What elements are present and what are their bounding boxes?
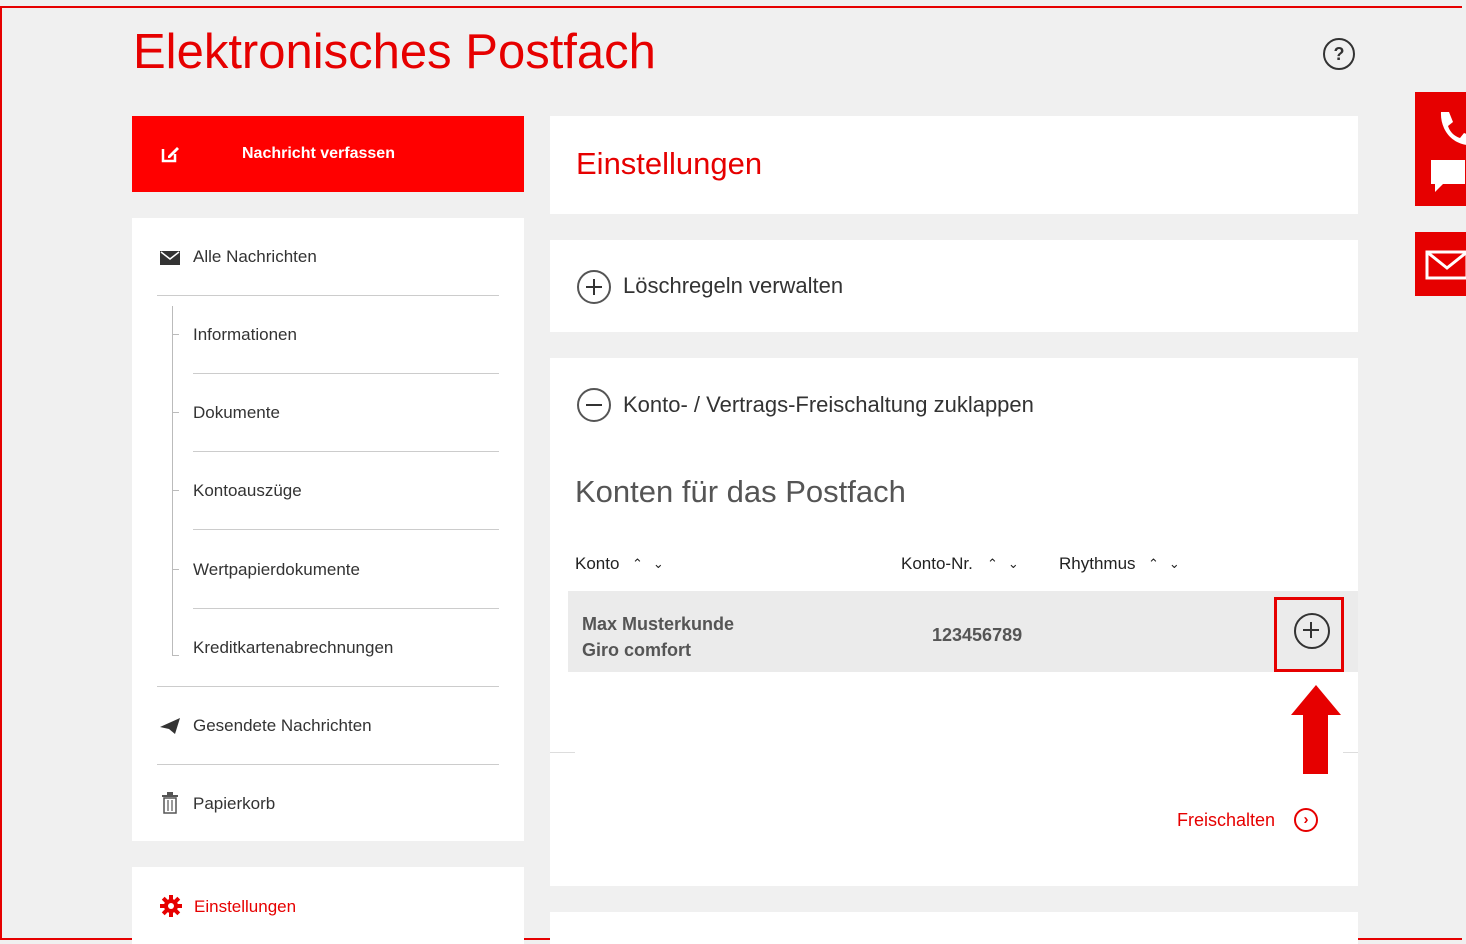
settings-title: Einstellungen	[576, 146, 763, 181]
help-icon[interactable]: ?	[1323, 38, 1355, 70]
divider	[193, 529, 499, 530]
page-title: Elektronisches Postfach	[133, 25, 656, 79]
account-holder: Max Musterkunde	[582, 614, 735, 634]
sidebar-item-informationen[interactable]: Informationen	[193, 325, 297, 345]
sidebar-item-sent[interactable]: Gesendete Nachrichten	[193, 716, 372, 736]
account-name-cell: Max Musterkunde Giro comfort	[582, 611, 734, 663]
envelope-icon	[160, 251, 180, 265]
divider	[157, 295, 499, 296]
accounts-title: Konten für das Postfach	[575, 474, 906, 509]
divider	[193, 608, 499, 609]
sidebar-item-kontoauszuege[interactable]: Kontoauszüge	[193, 481, 302, 501]
paper-plane-icon	[160, 718, 180, 734]
divider	[550, 752, 575, 753]
mail-icon	[1425, 250, 1466, 280]
tree-tick	[172, 412, 179, 413]
expand-plus-icon[interactable]	[577, 270, 611, 304]
arrow-shaft	[1303, 714, 1328, 774]
account-unlock-panel: Konto- / Vertrags-Freischaltung zuklappe…	[550, 358, 1358, 886]
account-toggle-label[interactable]: Konto- / Vertrags-Freischaltung zuklappe…	[623, 392, 1034, 418]
compose-button[interactable]: Nachricht verfassen	[132, 116, 524, 192]
divider	[193, 451, 499, 452]
settings-header-panel: Einstellungen	[550, 116, 1358, 214]
unlock-link[interactable]: Freischalten	[1177, 810, 1275, 831]
next-panel	[550, 912, 1358, 944]
collapse-minus-icon[interactable]	[577, 388, 611, 422]
column-header-rhythmus[interactable]: Rhythmus	[1059, 554, 1136, 574]
sidebar-item-dokumente[interactable]: Dokumente	[193, 403, 280, 423]
tree-tick	[172, 655, 179, 656]
column-header-konto[interactable]: Konto	[575, 554, 619, 574]
mail-tab[interactable]	[1415, 232, 1466, 296]
arrow-up-icon	[1291, 685, 1341, 715]
contact-tab[interactable]	[1415, 92, 1466, 206]
tree-tick	[172, 490, 179, 491]
sort-icon[interactable]: ⌃⌄	[1148, 556, 1190, 572]
column-header-konto-nr[interactable]: Konto-Nr.	[901, 554, 973, 574]
tree-tick	[172, 334, 179, 335]
phone-icon	[1440, 112, 1466, 145]
chat-icon	[1431, 160, 1465, 192]
edit-icon	[161, 147, 179, 163]
sort-icon[interactable]: ⌃⌄	[632, 556, 674, 572]
sidebar-nav: Alle Nachrichten Informationen Dokumente…	[132, 218, 524, 841]
trash-icon	[162, 792, 178, 814]
account-number: 123456789	[932, 625, 1023, 645]
sidebar-item-all-messages[interactable]: Alle Nachrichten	[193, 247, 317, 267]
table-row: Max Musterkunde Giro comfort 123456789	[568, 591, 1358, 672]
gear-icon	[160, 895, 182, 917]
compose-label: Nachricht verfassen	[242, 145, 395, 162]
sidebar-item-wertpapierdokumente[interactable]: Wertpapierdokumente	[193, 560, 360, 580]
divider	[1343, 752, 1358, 753]
sidebar-item-kreditkartenabrechnungen[interactable]: Kreditkartenabrechnungen	[193, 638, 393, 658]
tree-line	[172, 306, 173, 656]
highlight-box	[1274, 597, 1344, 672]
delete-rules-label[interactable]: Löschregeln verwalten	[623, 273, 843, 299]
divider	[193, 373, 499, 374]
sidebar-settings-label: Einstellungen	[194, 897, 297, 916]
divider	[157, 764, 499, 765]
divider	[157, 686, 499, 687]
account-product: Giro comfort	[582, 640, 692, 660]
delete-rules-panel[interactable]: Löschregeln verwalten	[550, 240, 1358, 332]
tree-tick	[172, 569, 179, 570]
sidebar-item-trash[interactable]: Papierkorb	[193, 794, 275, 814]
chevron-right-icon[interactable]: ›	[1294, 808, 1318, 832]
sidebar-item-settings[interactable]: Einstellungen	[132, 867, 524, 944]
sort-icon[interactable]: ⌃⌄	[987, 556, 1029, 572]
